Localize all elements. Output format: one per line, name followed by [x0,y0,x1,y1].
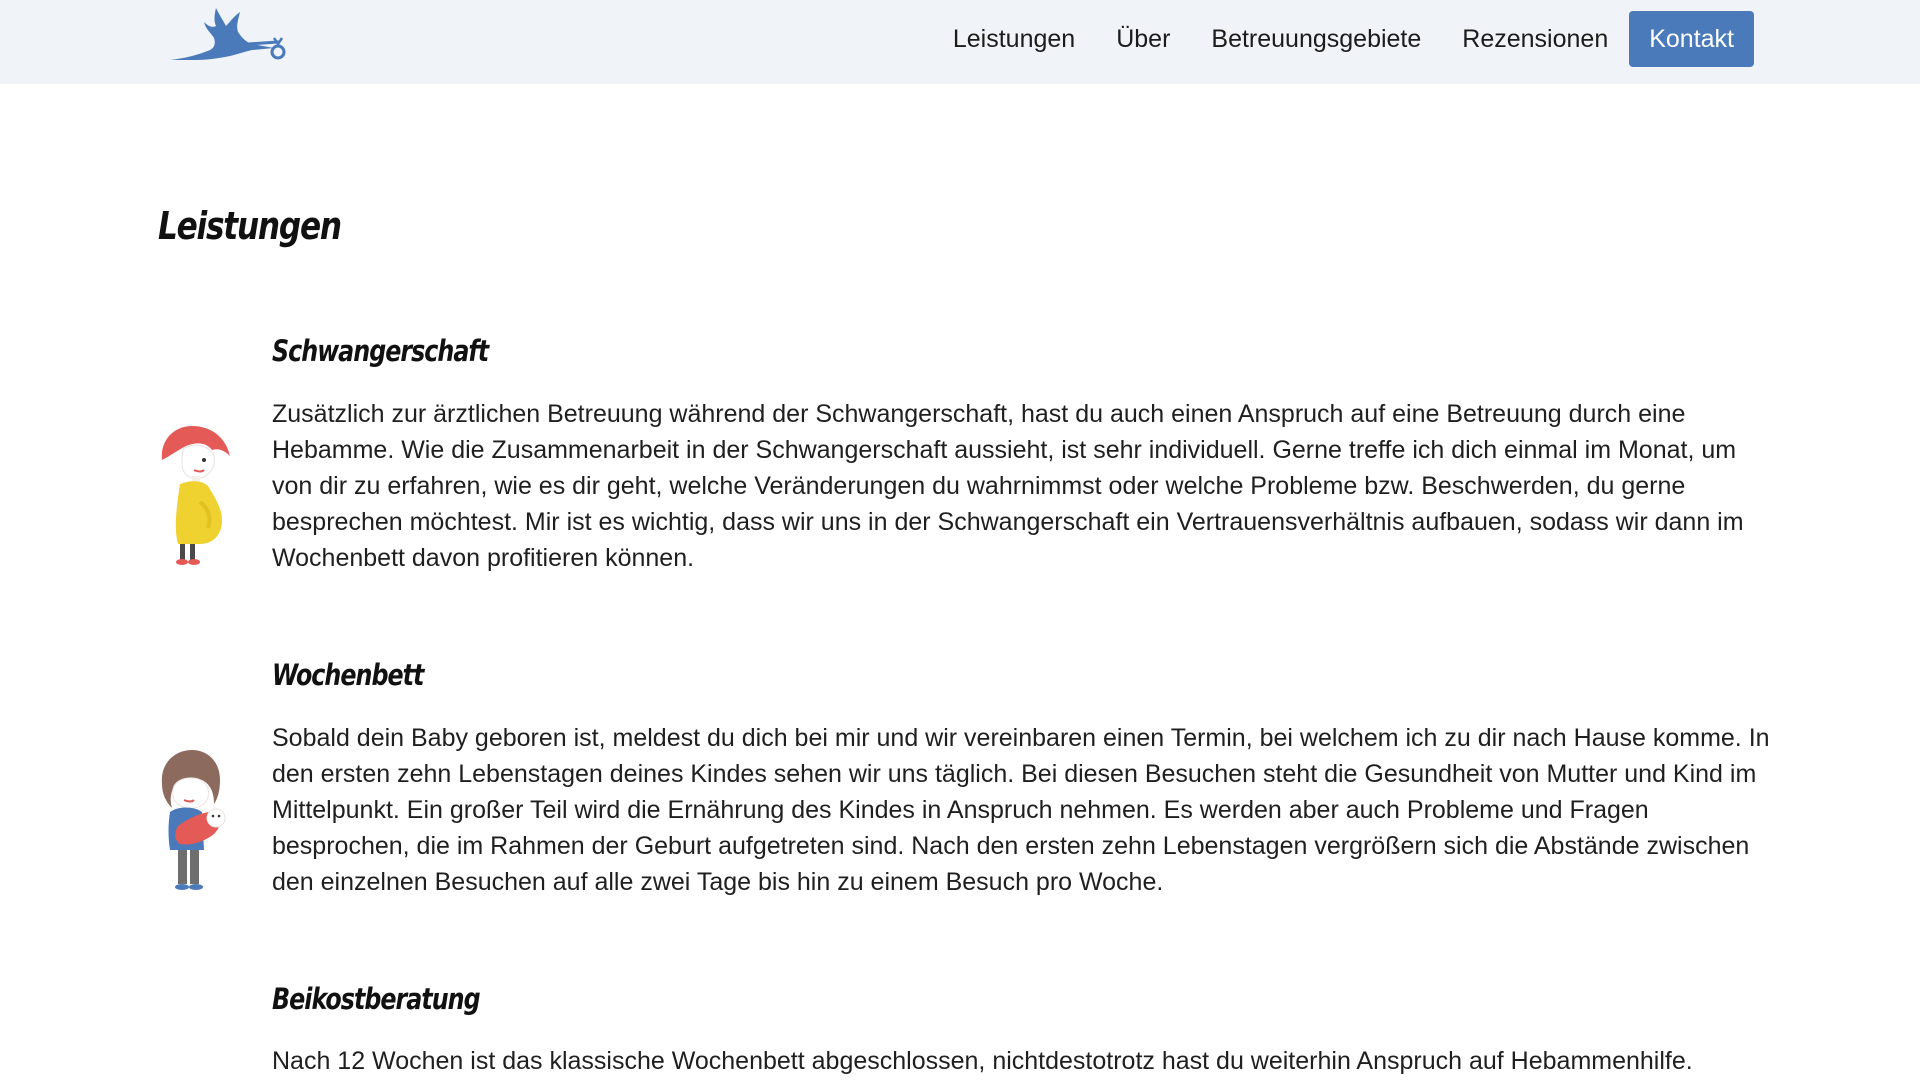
stork-logo-icon[interactable] [168,4,290,66]
nav-links: Leistungen Über Betreuungsgebiete Rezens… [953,11,1754,67]
mother-with-baby-icon [156,746,234,896]
nav-item-betreuungsgebiete[interactable]: Betreuungsgebiete [1211,11,1421,67]
nav-item-rezensionen[interactable]: Rezensionen [1462,11,1608,67]
service-text: Zusätzlich zur ärztlichen Betreuung währ… [272,400,1744,572]
service-text: Nach 12 Wochen ist das klassische Wochen… [272,1047,1693,1075]
pregnant-woman-icon [156,420,234,570]
service-heading: Wochenbett [272,658,424,692]
nav-item-leistungen[interactable]: Leistungen [953,11,1075,67]
contact-button[interactable]: Kontakt [1629,11,1754,67]
navbar: Leistungen Über Betreuungsgebiete Rezens… [0,0,1920,84]
service-heading: Schwangerschaft [272,334,489,368]
service-heading: Beikostberatung [272,982,481,1016]
page-title: Leistungen [158,204,342,248]
service-text: Sobald dein Baby geboren ist, meldest du… [272,724,1770,896]
nav-item-ueber[interactable]: Über [1116,11,1170,67]
